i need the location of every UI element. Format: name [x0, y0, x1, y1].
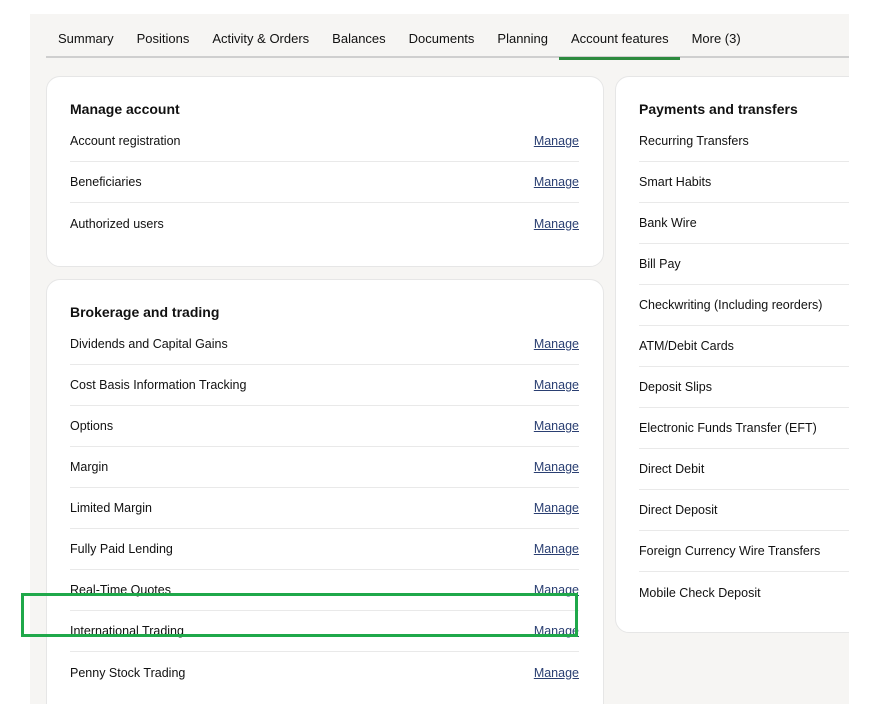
manage-link[interactable]: Manage [534, 419, 579, 433]
row-label: Bank Wire [639, 216, 697, 230]
list-item-real-time-quotes: Real-Time Quotes Manage [70, 570, 579, 611]
manage-account-title: Manage account [70, 101, 180, 117]
list-item-recurring-transfers[interactable]: Recurring Transfers [639, 121, 849, 162]
row-label: Recurring Transfers [639, 134, 749, 148]
manage-link[interactable]: Manage [534, 217, 579, 231]
tab-summary[interactable]: Summary [46, 14, 125, 58]
list-item-options: Options Manage [70, 406, 579, 447]
row-label: Foreign Currency Wire Transfers [639, 544, 821, 558]
manage-account-card: Manage account Account registration Mana… [46, 76, 604, 267]
row-label: Real-Time Quotes [70, 583, 171, 597]
payments-transfers-list: Recurring Transfers Smart Habits Bank Wi… [639, 121, 849, 613]
list-item-international-trading: International Trading Manage [70, 611, 579, 652]
list-item-fully-paid-lending: Fully Paid Lending Manage [70, 529, 579, 570]
brokerage-trading-card: Brokerage and trading Dividends and Capi… [46, 279, 604, 704]
row-label: Electronic Funds Transfer (EFT) [639, 421, 817, 435]
manage-link[interactable]: Manage [534, 337, 579, 351]
row-label: Smart Habits [639, 175, 712, 189]
row-label: Options [70, 419, 114, 433]
list-item-foreign-currency-wire[interactable]: Foreign Currency Wire Transfers [639, 531, 849, 572]
manage-link[interactable]: Manage [534, 134, 579, 148]
payments-transfers-title: Payments and transfers [639, 101, 798, 117]
brokerage-trading-list: Dividends and Capital Gains Manage Cost … [70, 324, 579, 693]
manage-link[interactable]: Manage [534, 624, 579, 638]
list-item-limited-margin: Limited Margin Manage [70, 488, 579, 529]
manage-link[interactable]: Manage [534, 460, 579, 474]
list-item-dividends-capital-gains: Dividends and Capital Gains Manage [70, 324, 579, 365]
manage-link[interactable]: Manage [534, 501, 579, 515]
list-item-direct-debit[interactable]: Direct Debit [639, 449, 849, 490]
row-label: Deposit Slips [639, 380, 712, 394]
row-label: Penny Stock Trading [70, 665, 186, 680]
tab-activity-orders[interactable]: Activity & Orders [200, 14, 320, 58]
row-label: Dividends and Capital Gains [70, 337, 228, 351]
row-label: Account registration [70, 134, 181, 148]
row-label: Beneficiaries [70, 175, 142, 189]
row-label: International Trading [70, 624, 184, 638]
row-label: ATM/Debit Cards [639, 339, 734, 353]
list-item-account-registration: Account registration Manage [70, 121, 579, 162]
list-item-eft[interactable]: Electronic Funds Transfer (EFT) [639, 408, 849, 449]
row-label: Direct Deposit [639, 503, 718, 517]
tab-documents[interactable]: Documents [397, 14, 486, 58]
row-label: Mobile Check Deposit [639, 585, 761, 600]
row-label: Bill Pay [639, 257, 681, 271]
row-label: Cost Basis Information Tracking [70, 378, 247, 392]
manage-link[interactable]: Manage [534, 542, 579, 556]
manage-link[interactable]: Manage [534, 666, 579, 680]
list-item-penny-stock-trading: Penny Stock Trading Manage [70, 652, 579, 693]
list-item-mobile-check-deposit[interactable]: Mobile Check Deposit [639, 572, 849, 613]
tab-more[interactable]: More (3) [680, 14, 752, 58]
manage-link[interactable]: Manage [534, 583, 579, 597]
row-label: Fully Paid Lending [70, 542, 173, 556]
manage-link[interactable]: Manage [534, 378, 579, 392]
manage-account-list: Account registration Manage Beneficiarie… [70, 121, 579, 244]
list-item-direct-deposit[interactable]: Direct Deposit [639, 490, 849, 531]
row-label: Authorized users [70, 216, 164, 231]
row-label: Direct Debit [639, 462, 705, 476]
tab-positions[interactable]: Positions [125, 14, 201, 58]
tab-balances[interactable]: Balances [320, 14, 396, 58]
tab-planning[interactable]: Planning [485, 14, 559, 58]
account-features-page: Summary Positions Activity & Orders Bala… [30, 14, 849, 704]
list-item-bill-pay[interactable]: Bill Pay [639, 244, 849, 285]
list-item-bank-wire[interactable]: Bank Wire [639, 203, 849, 244]
manage-link[interactable]: Manage [534, 175, 579, 189]
list-item-deposit-slips[interactable]: Deposit Slips [639, 367, 849, 408]
list-item-margin: Margin Manage [70, 447, 579, 488]
tab-account-features[interactable]: Account features [559, 14, 680, 60]
list-item-beneficiaries: Beneficiaries Manage [70, 162, 579, 203]
tab-bar: Summary Positions Activity & Orders Bala… [46, 14, 849, 60]
list-item-cost-basis: Cost Basis Information Tracking Manage [70, 365, 579, 406]
list-item-checkwriting[interactable]: Checkwriting (Including reorders) [639, 285, 849, 326]
list-item-smart-habits[interactable]: Smart Habits [639, 162, 849, 203]
row-label: Limited Margin [70, 501, 152, 515]
list-item-atm-debit-cards[interactable]: ATM/Debit Cards [639, 326, 849, 367]
payments-transfers-card: Payments and transfers Recurring Transfe… [615, 76, 849, 633]
row-label: Margin [70, 460, 109, 474]
row-label: Checkwriting (Including reorders) [639, 298, 823, 312]
list-item-authorized-users: Authorized users Manage [70, 203, 579, 244]
brokerage-trading-title: Brokerage and trading [70, 304, 220, 320]
